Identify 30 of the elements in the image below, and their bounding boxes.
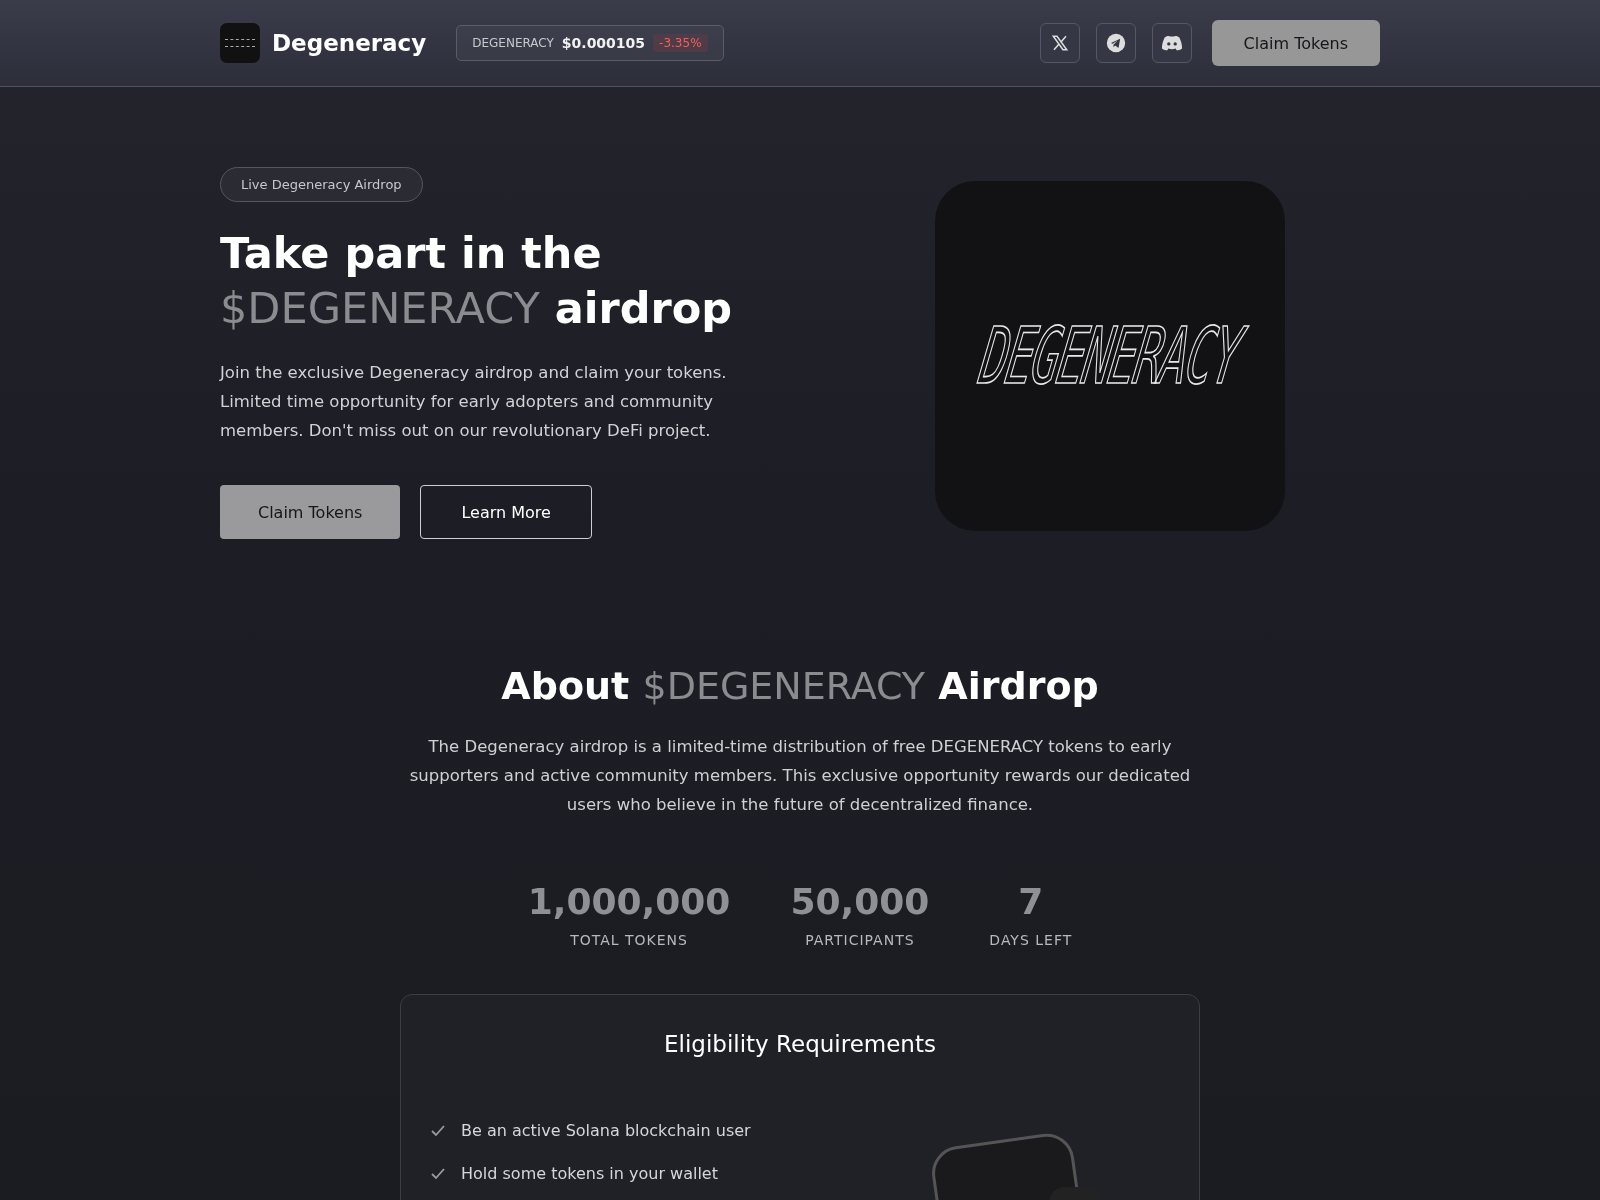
x-logo-icon <box>1050 34 1069 52</box>
hero-description: Join the exclusive Degeneracy airdrop and claim your tokens. Limited time opportunity for early adopters and community members. Don't miss out on our revolutionary DeFi project. <box>220 362 728 442</box>
requirement-text: Hold some tokens in your wallet <box>461 1164 718 1183</box>
stat-value: 1,000,000 <box>527 881 731 922</box>
paper-plane-button[interactable] <box>1095 23 1136 63</box>
about-description: The Degeneracy airdrop is a limited-time distribution of free DEGENERACY tokens to early supporters and active community members. This exclusive opportunity rewards our dedicated users who believe in the future of decentralized finance. <box>408 736 1192 816</box>
claim-tokens-button[interactable]: Claim Tokens <box>1211 20 1380 66</box>
gamepad-button[interactable] <box>1151 23 1192 63</box>
check-icon <box>431 1167 445 1180</box>
stat-label: TOTAL TOKENS <box>570 932 688 948</box>
section-title: About $DEGENERACY Airdrop <box>500 664 1100 708</box>
card-title: Eligibility Requirements <box>663 1031 937 1057</box>
claim-tokens-button[interactable]: Claim Tokens <box>220 485 401 539</box>
paper-plane-icon <box>1105 33 1126 53</box>
brand-name: Degeneracy <box>272 30 427 56</box>
stat-value: 50,000 <box>790 881 930 922</box>
stat-label: DAYS LEFT <box>989 932 1073 948</box>
stat-value: 7 <box>1018 881 1044 922</box>
token-price: $0.000105 <box>561 35 646 51</box>
price-change-badge: -3.35% <box>653 34 708 52</box>
token-symbol: DEGENERACY <box>472 36 554 50</box>
check-icon <box>431 1124 445 1137</box>
requirement-text: Be an active Solana blockchain user <box>461 1121 751 1140</box>
gamepad-icon <box>1160 34 1183 52</box>
status-badge: Live Degeneracy Airdrop <box>220 167 423 202</box>
hero-title: Take part in the $DEGENERACY airdrop <box>220 227 734 335</box>
logo-icon <box>220 23 260 63</box>
learn-more-button[interactable]: Learn More <box>420 485 592 539</box>
x-logo-button[interactable] <box>1039 23 1080 63</box>
stat-label: PARTICIPANTS <box>805 932 915 948</box>
